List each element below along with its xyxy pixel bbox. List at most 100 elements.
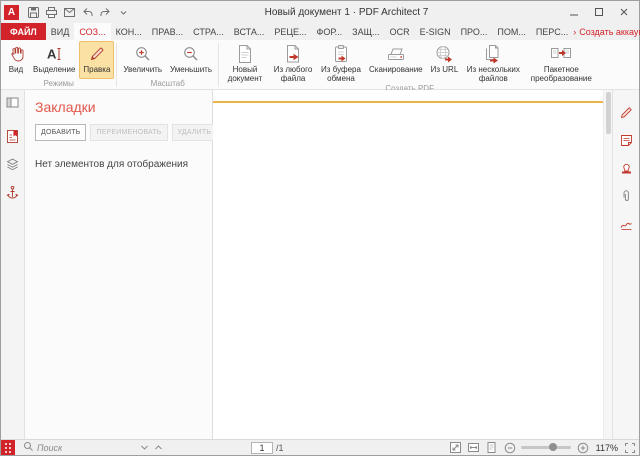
- undo-icon[interactable]: [79, 4, 95, 20]
- select-mode-label: Выделение: [33, 65, 75, 74]
- pen-icon[interactable]: [617, 103, 635, 121]
- from-url-label: Из URL: [431, 65, 459, 74]
- stamp-icon[interactable]: [617, 159, 635, 177]
- anchor-icon[interactable]: [4, 183, 22, 201]
- empty-message: Нет элементов для отображения: [35, 159, 202, 170]
- ribbon-separator: [116, 43, 117, 87]
- zoom-slider-thumb[interactable]: [549, 443, 557, 451]
- from-multiple-files-label: Из нескольких файлов: [466, 65, 520, 83]
- zoom-in-ribbon-button[interactable]: Увеличить: [119, 41, 166, 79]
- page-number-input[interactable]: 1: [251, 442, 273, 454]
- scanner-icon: [386, 44, 406, 64]
- ribbon-group-zoom: Увеличить Уменьшить Масштаб: [119, 41, 216, 89]
- edit-mode-label: Правка: [83, 65, 110, 74]
- tab-review[interactable]: РЕЦЕ...: [269, 23, 311, 40]
- multiple-files-icon: [483, 44, 503, 64]
- rename-bookmark-button[interactable]: ПЕРЕИМЕНОВАТЬ: [90, 124, 167, 141]
- delete-bookmark-button[interactable]: УДАЛИТЬ: [172, 124, 218, 141]
- titlebar: A Новый документ 1 · PDF Architect 7: [1, 1, 639, 23]
- zoom-in-icon: [134, 44, 152, 64]
- tab-file[interactable]: ФАЙЛ: [1, 23, 46, 40]
- tab-forms[interactable]: ФОР...: [312, 23, 348, 40]
- fullscreen-icon[interactable]: [623, 441, 636, 454]
- batch-convert-icon: [550, 44, 572, 64]
- bookmarks-panel-buttons: ДОБАВИТЬ ПЕРЕИМЕНОВАТЬ УДАЛИТЬ: [35, 124, 202, 141]
- account-link[interactable]: › Создать аккаунт / Войти: [573, 23, 640, 40]
- scrollbar-thumb[interactable]: [606, 92, 611, 134]
- page-navigation: 1 /1: [251, 442, 284, 454]
- tab-pro[interactable]: ПРО...: [456, 23, 493, 40]
- document-area[interactable]: [213, 90, 603, 439]
- tab-secure[interactable]: ЗАЩ...: [347, 23, 384, 40]
- fit-width-icon[interactable]: [467, 441, 480, 454]
- panel-grip[interactable]: [1, 440, 15, 455]
- redo-icon[interactable]: [97, 4, 113, 20]
- maximize-button[interactable]: [587, 3, 611, 21]
- email-icon[interactable]: [61, 4, 77, 20]
- tab-pages[interactable]: СТРА...: [188, 23, 229, 40]
- ribbon-tab-bar: ФАЙЛ ВИД СОЗ... КОН... ПРАВ... СТРА... В…: [1, 23, 639, 40]
- svg-text:A: A: [47, 47, 57, 62]
- bookmarks-panel-title: Закладки: [35, 99, 202, 115]
- signature-icon[interactable]: [617, 215, 635, 233]
- hand-icon: [7, 44, 25, 64]
- tab-insert[interactable]: ВСТА...: [229, 23, 270, 40]
- bookmarks-panel: Закладки ДОБАВИТЬ ПЕРЕИМЕНОВАТЬ УДАЛИТЬ …: [25, 90, 213, 439]
- batch-convert-button[interactable]: Пакетное преобразование: [524, 41, 598, 84]
- quick-access-menu-icon[interactable]: [115, 4, 131, 20]
- search-icon: [23, 441, 34, 454]
- add-bookmark-button[interactable]: ДОБАВИТЬ: [35, 124, 86, 141]
- tab-create[interactable]: СОЗ...: [74, 23, 110, 40]
- zoom-out-button[interactable]: [503, 441, 516, 454]
- from-url-button[interactable]: Из URL: [427, 41, 463, 84]
- fit-page-icon[interactable]: [449, 441, 462, 454]
- edit-mode-button[interactable]: Правка: [79, 41, 114, 79]
- tab-ocr[interactable]: OCR: [385, 23, 415, 40]
- from-url-icon: [434, 44, 454, 64]
- tab-help[interactable]: ПОМ...: [492, 23, 530, 40]
- from-clipboard-button[interactable]: Из буфера обмена: [317, 41, 365, 84]
- collapse-panel-icon[interactable]: [4, 93, 22, 111]
- minimize-button[interactable]: [562, 3, 586, 21]
- left-toolbar: [1, 90, 25, 439]
- search-placeholder: Поиск: [37, 443, 62, 453]
- new-document-button[interactable]: Новый документ: [221, 41, 269, 84]
- zoom-out-ribbon-button[interactable]: Уменьшить: [166, 41, 216, 79]
- paperclip-icon[interactable]: [617, 187, 635, 205]
- page-view-mode-icon[interactable]: [485, 441, 498, 454]
- view-mode-button[interactable]: Вид: [3, 41, 29, 79]
- from-file-icon: [283, 44, 303, 64]
- bookmarks-icon[interactable]: [4, 127, 22, 145]
- tab-esign[interactable]: E-SIGN: [415, 23, 456, 40]
- print-icon[interactable]: [43, 4, 59, 20]
- search-box[interactable]: Поиск: [23, 441, 62, 454]
- zoom-controls: 117%: [449, 441, 639, 454]
- from-file-button[interactable]: Из любого файла: [269, 41, 317, 84]
- close-button[interactable]: [612, 3, 636, 21]
- zoom-out-icon: [182, 44, 200, 64]
- new-document-label: Новый документ: [225, 65, 265, 83]
- tab-vid[interactable]: ВИД: [46, 23, 75, 40]
- vertical-scrollbar[interactable]: [603, 90, 612, 439]
- select-mode-button[interactable]: A Выделение: [29, 41, 79, 79]
- layers-icon[interactable]: [4, 155, 22, 173]
- app-logo-letter: A: [8, 7, 15, 18]
- window-controls: [562, 3, 636, 21]
- page-total-label: /1: [276, 443, 284, 453]
- scan-button[interactable]: Сканирование: [365, 41, 427, 84]
- zoom-in-button[interactable]: [576, 441, 589, 454]
- tab-personalize[interactable]: ПЕРС...: [531, 23, 573, 40]
- chevron-right-icon: ›: [573, 27, 576, 37]
- from-multiple-files-button[interactable]: Из нескольких файлов: [462, 41, 524, 84]
- search-next-icon[interactable]: [138, 442, 150, 454]
- ribbon-group-modes: Вид A Выделение Правка Режимы: [3, 41, 114, 89]
- search-previous-icon[interactable]: [152, 442, 164, 454]
- tab-convert[interactable]: КОН...: [111, 23, 147, 40]
- save-icon[interactable]: [25, 4, 41, 20]
- ribbon-group-create-pdf: Новый документ Из любого файла Из буфера…: [221, 41, 598, 89]
- new-document-icon: [235, 44, 255, 64]
- zoom-slider[interactable]: [521, 446, 571, 449]
- account-link-label: Создать аккаунт / Войти: [579, 27, 640, 37]
- note-icon[interactable]: [617, 131, 635, 149]
- tab-edit[interactable]: ПРАВ...: [147, 23, 188, 40]
